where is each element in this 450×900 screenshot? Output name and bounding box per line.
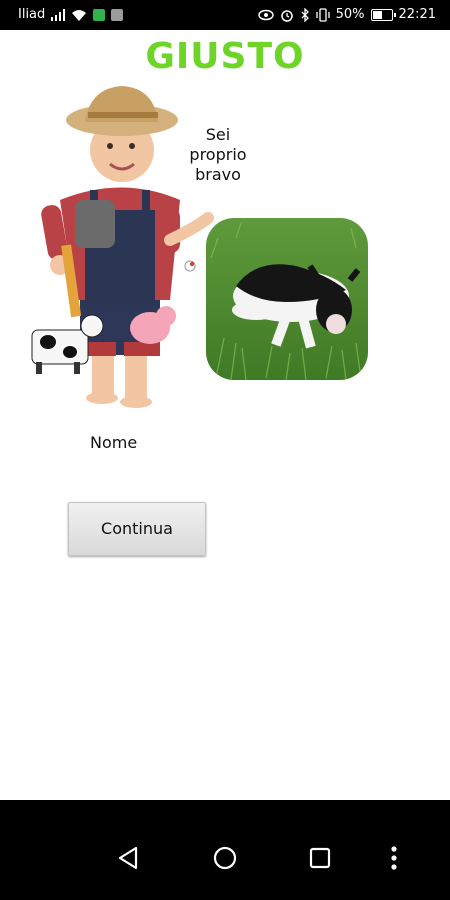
praise-line: Sei: [205, 125, 231, 144]
wifi-icon: [72, 9, 87, 21]
praise-line: bravo: [195, 165, 241, 184]
status-bar: Iliad 50% 22:21: [0, 0, 450, 30]
more-icon[interactable]: [374, 838, 414, 878]
bluetooth-icon: [301, 7, 309, 22]
result-title: GIUSTO: [145, 36, 305, 77]
eye-icon: [257, 9, 274, 20]
carrier-label: Iliad: [18, 7, 46, 22]
clock: 22:21: [398, 7, 436, 22]
navigation-bar: [0, 800, 450, 900]
calf-photo: [206, 218, 368, 380]
battery-percent: 50%: [335, 7, 365, 22]
name-label: Nome: [90, 433, 138, 452]
status-right: 50% 22:21: [257, 7, 436, 22]
status-left: Iliad: [18, 7, 124, 22]
signal-icon: [51, 8, 66, 21]
recents-icon[interactable]: [300, 838, 340, 878]
continue-button[interactable]: Continua: [68, 502, 206, 556]
alarm-icon: [280, 9, 293, 22]
praise-line: proprio: [189, 145, 247, 164]
praise-text: Sei proprio bravo: [170, 125, 266, 185]
home-icon[interactable]: [205, 838, 245, 878]
vibrate-icon: [315, 7, 330, 22]
back-icon[interactable]: [108, 838, 148, 878]
gallery-notification-icon: [111, 8, 124, 21]
battery-icon: [370, 8, 396, 21]
app-notification-icon: [93, 8, 106, 21]
